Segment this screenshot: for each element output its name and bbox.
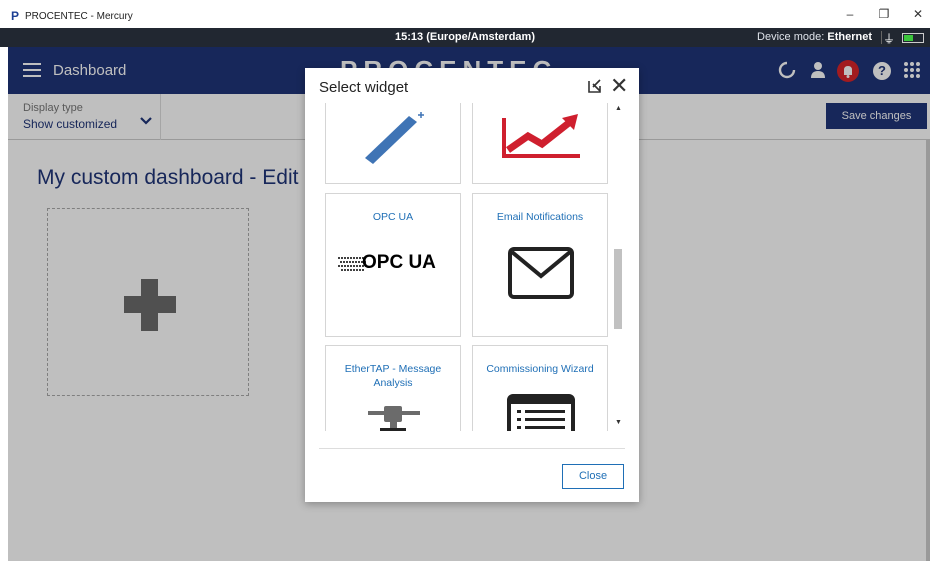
minimize-button[interactable]: –	[838, 6, 862, 22]
close-button[interactable]: Close	[562, 464, 624, 489]
trend-chart-icon	[502, 114, 580, 158]
popout-icon[interactable]	[587, 78, 603, 99]
widget-label: Commissioning Wizard	[486, 363, 594, 375]
scroll-down-arrow-icon[interactable]: ▼	[615, 419, 622, 426]
widget-card-email-notifications[interactable]: Email Notifications	[472, 193, 608, 337]
widget-card[interactable]	[325, 103, 461, 184]
app-logo-icon: P	[11, 9, 20, 23]
status-bar: 15:13 (Europe/Amsterdam) Device mode: Et…	[0, 28, 930, 47]
widget-card[interactable]	[472, 103, 608, 184]
ethertap-icon	[368, 406, 420, 431]
device-mode-value: Ethernet	[827, 31, 872, 43]
close-icon[interactable]: ✕	[610, 75, 628, 97]
opc-ua-logo-text: OPC UA	[362, 252, 436, 273]
select-widget-dialog: Select widget ✕ OPC UA OPC UA Email Noti…	[305, 68, 639, 502]
window-title: PROCENTEC - Mercury	[25, 11, 133, 22]
device-mode: Device mode: Ethernet	[757, 31, 872, 43]
widget-card-opc-ua[interactable]: OPC UA OPC UA	[325, 193, 461, 337]
diagonal-tool-icon	[365, 112, 424, 164]
restore-button[interactable]: ❐	[872, 6, 896, 22]
scrollbar-thumb[interactable]	[614, 249, 622, 329]
scroll-up-arrow-icon[interactable]: ▲	[615, 105, 622, 112]
widget-list: OPC UA OPC UA Email Notifications EtherT…	[318, 103, 629, 431]
envelope-icon	[508, 247, 574, 299]
window-titlebar: P PROCENTEC - Mercury – ❐ ✕	[0, 0, 930, 28]
status-divider	[881, 31, 882, 44]
dialog-title: Select widget	[319, 79, 409, 96]
wizard-list-icon	[507, 394, 575, 431]
widget-card-commissioning-wizard[interactable]: Commissioning Wizard	[472, 345, 608, 431]
widget-card-ethertap[interactable]: EtherTAP - Message Analysis	[325, 345, 461, 431]
widget-label: Email Notifications	[496, 211, 584, 223]
window-close-button[interactable]: ✕	[906, 6, 930, 22]
widget-label: OPC UA	[372, 211, 414, 223]
widget-list-scrollbar[interactable]: ▲ ▼	[611, 103, 625, 431]
battery-icon	[902, 33, 924, 43]
opc-ua-logo: OPC UA	[338, 252, 450, 276]
device-mode-label: Device mode:	[757, 31, 825, 43]
app-window: P PROCENTEC - Mercury – ❐ ✕ 15:13 (Europ…	[0, 0, 930, 561]
widget-label: EtherTAP - Message Analysis	[344, 363, 442, 389]
plug-icon: ⏚	[882, 32, 895, 46]
dialog-divider	[319, 448, 625, 449]
